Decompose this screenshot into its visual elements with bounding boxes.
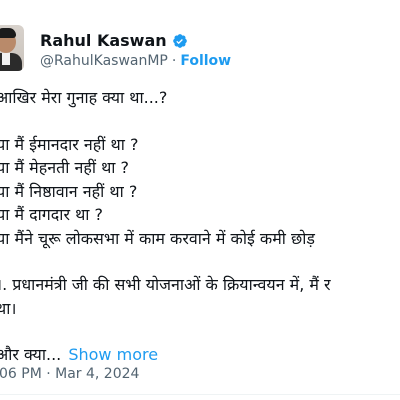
tweet-line: या मैं मेहनती नहीं था ?	[0, 158, 130, 177]
author-handle[interactable]: @RahulKaswanMP	[40, 53, 168, 69]
verified-badge-icon	[172, 33, 188, 49]
tweet-last-line: और क्या... Show more	[0, 343, 400, 367]
author-name-row: Rahul Kaswan	[40, 31, 188, 50]
tweet-line-gap	[0, 110, 400, 133]
tweet-line: आखिर मेरा गुनाह क्या था...?	[0, 88, 168, 107]
separator-dot: ·	[171, 53, 177, 69]
tweet-line: था।	[0, 298, 17, 318]
author-name[interactable]: Rahul Kaswan	[40, 31, 167, 50]
tweet-line-gap	[0, 250, 400, 273]
avatar[interactable]	[0, 25, 24, 71]
author-handle-row: @RahulKaswanMP · Follow	[40, 53, 231, 69]
tweet-line: ।. प्रधानमंत्री जी की सभी योजनाओं के क्र…	[0, 275, 331, 294]
tweet-line: और क्या...	[0, 345, 62, 364]
show-more-link[interactable]: Show more	[68, 345, 158, 364]
tweet-line: या मैं ईमानदार नहीं था ?	[0, 134, 139, 154]
follow-button[interactable]: Follow	[180, 53, 231, 69]
tweet-line-gap	[0, 320, 400, 343]
tweet-line: या मैंने चूरू लोकसभा में काम करवाने में …	[0, 228, 315, 248]
avatar-hair	[0, 28, 16, 38]
avatar-collar	[2, 53, 10, 65]
tweet-line: या मैं दागदार था ?	[0, 205, 104, 224]
divider	[0, 394, 400, 395]
tweet-text: आखिर मेरा गुनाह क्या था...? या मैं ईमानद…	[0, 86, 400, 367]
tweet-line: या मैं निष्ठावान नहीं था ?	[0, 181, 138, 201]
tweet-card: Rahul Kaswan @RahulKaswanMP · Follow आखि…	[0, 0, 400, 400]
tweet-timestamp[interactable]: 06 PM · Mar 4, 2024	[0, 366, 139, 382]
